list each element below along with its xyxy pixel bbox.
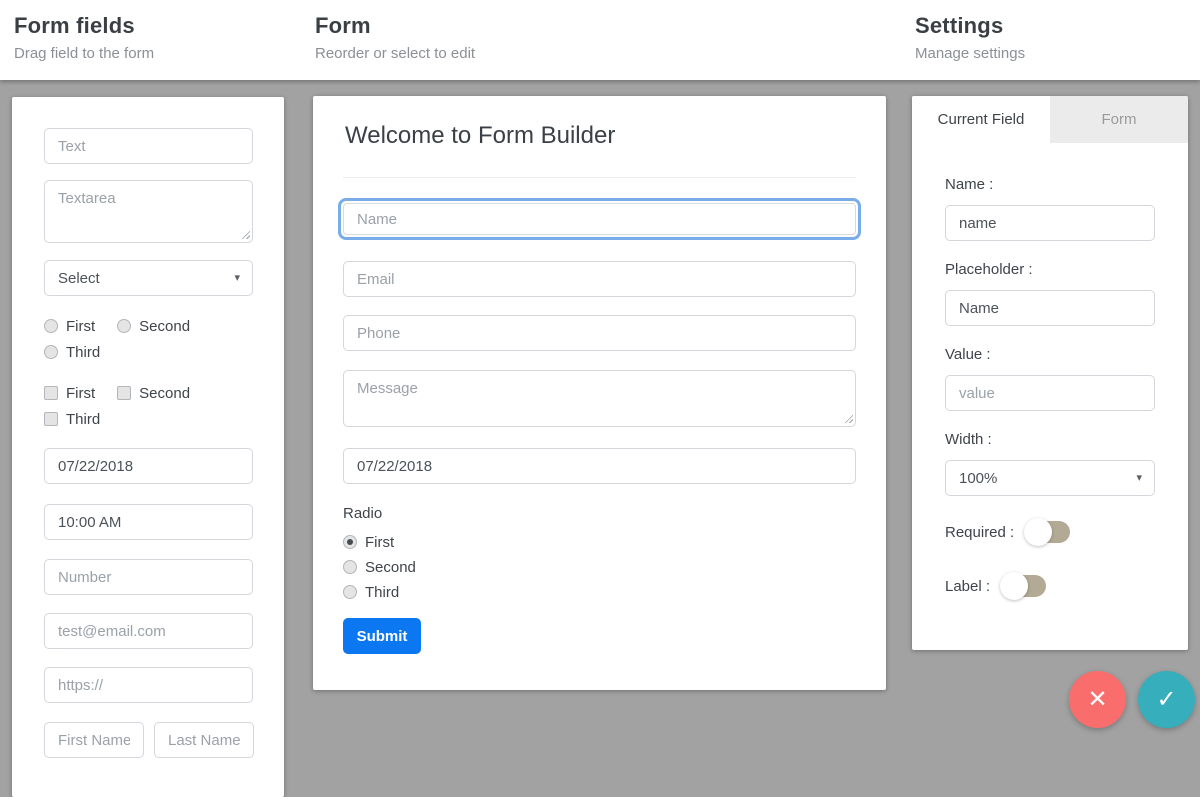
palette-url-field[interactable] <box>44 667 253 703</box>
form-canvas-panel: Welcome to Form Builder Radio First Seco… <box>313 96 886 690</box>
fields-palette-panel: Select ▾ First Second Third First <box>12 97 284 797</box>
header-settings-column: Settings Manage settings <box>915 13 1025 62</box>
palette-name-row <box>44 722 253 758</box>
checkbox-icon[interactable] <box>44 386 58 400</box>
radio-icon[interactable] <box>343 560 357 574</box>
setting-width-select[interactable]: 100% ▾ <box>945 460 1155 496</box>
form-divider <box>343 177 856 178</box>
palette-radio-option[interactable]: Second <box>117 318 190 335</box>
radio-option-label: Third <box>66 344 100 361</box>
radio-icon[interactable] <box>343 585 357 599</box>
setting-width-value: 100% <box>959 470 997 487</box>
radio-option-label: Second <box>139 318 190 335</box>
form-radio-option[interactable]: Second <box>343 559 416 576</box>
tab-current-field[interactable]: Current Field <box>912 96 1050 143</box>
palette-text-field[interactable] <box>44 128 253 164</box>
form-panel-title: Form <box>315 13 475 39</box>
radio-option-label: Third <box>365 584 399 601</box>
radio-icon[interactable] <box>117 319 131 333</box>
palette-checkbox-option[interactable]: First <box>44 385 95 402</box>
header-fields-column: Form fields Drag field to the form <box>14 13 154 62</box>
form-radio-group-label: Radio <box>343 505 856 522</box>
form-radio-option[interactable]: First <box>343 534 394 551</box>
palette-radio-option[interactable]: Third <box>44 344 100 361</box>
settings-panel-subtitle: Manage settings <box>915 45 1025 62</box>
checkbox-icon[interactable] <box>44 412 58 426</box>
settings-panel: Current Field Form Name : Placeholder : … <box>912 96 1188 650</box>
setting-placeholder-label: Placeholder : <box>945 261 1155 278</box>
palette-number-field[interactable] <box>44 559 253 595</box>
settings-body: Name : Placeholder : Value : Width : 100… <box>912 143 1188 600</box>
required-toggle[interactable] <box>1026 521 1070 543</box>
check-icon: ✓ <box>1156 685 1176 714</box>
header-form-column: Form Reorder or select to edit <box>315 13 475 62</box>
toggle-knob <box>1024 518 1052 546</box>
form-message-field[interactable] <box>343 370 856 427</box>
palette-radio-option[interactable]: First <box>44 318 95 335</box>
app-header: Form fields Drag field to the form Form … <box>0 0 1200 80</box>
radio-icon[interactable] <box>343 535 357 549</box>
dropdown-caret-icon: ▾ <box>234 271 240 284</box>
radio-option-label: First <box>66 318 95 335</box>
settings-tabs: Current Field Form <box>912 96 1188 143</box>
checkbox-icon[interactable] <box>117 386 131 400</box>
form-title: Welcome to Form Builder <box>345 120 856 152</box>
palette-checkbox-group: First Second Third <box>44 383 253 429</box>
palette-radio-group: First Second Third <box>44 316 253 362</box>
form-panel-subtitle: Reorder or select to edit <box>315 45 475 62</box>
radio-icon[interactable] <box>44 319 58 333</box>
settings-panel-title: Settings <box>915 13 1025 39</box>
setting-required-label: Required : <box>945 524 1014 541</box>
palette-last-name-field[interactable] <box>154 722 254 758</box>
setting-value-input[interactable] <box>945 375 1155 411</box>
setting-label-row: Label : <box>945 572 1155 600</box>
toggle-knob <box>1000 572 1028 600</box>
fields-panel-subtitle: Drag field to the form <box>14 45 154 62</box>
cancel-button[interactable]: ✕ <box>1069 671 1126 728</box>
close-icon: ✕ <box>1087 685 1107 714</box>
tab-form[interactable]: Form <box>1050 96 1188 143</box>
setting-label-label: Label : <box>945 578 990 595</box>
setting-name-label: Name : <box>945 176 1155 193</box>
palette-first-name-field[interactable] <box>44 722 144 758</box>
palette-checkbox-option[interactable]: Third <box>44 411 100 428</box>
setting-name-input[interactable] <box>945 205 1155 241</box>
label-toggle[interactable] <box>1002 575 1046 597</box>
confirm-button[interactable]: ✓ <box>1138 671 1195 728</box>
form-phone-field[interactable] <box>343 315 856 351</box>
setting-required-row: Required : <box>945 518 1155 546</box>
radio-option-label: Second <box>365 559 416 576</box>
palette-date-field[interactable] <box>44 448 253 484</box>
checkbox-option-label: Second <box>139 385 190 402</box>
setting-placeholder-input[interactable] <box>945 290 1155 326</box>
form-email-field[interactable] <box>343 261 856 297</box>
selected-field-frame[interactable] <box>338 198 861 240</box>
palette-time-field[interactable] <box>44 504 253 540</box>
radio-icon[interactable] <box>44 345 58 359</box>
dropdown-caret-icon: ▾ <box>1136 471 1142 484</box>
setting-width-label: Width : <box>945 431 1155 448</box>
form-date-field[interactable] <box>343 448 856 484</box>
fields-panel-title: Form fields <box>14 13 154 39</box>
submit-button[interactable]: Submit <box>343 618 421 654</box>
palette-select-field[interactable]: Select ▾ <box>44 260 253 296</box>
palette-checkbox-option[interactable]: Second <box>117 385 190 402</box>
form-name-field[interactable] <box>343 203 856 235</box>
checkbox-option-label: Third <box>66 411 100 428</box>
palette-select-label: Select <box>58 270 100 287</box>
radio-option-label: First <box>365 534 394 551</box>
checkbox-option-label: First <box>66 385 95 402</box>
palette-email-field[interactable] <box>44 613 253 649</box>
form-radio-option[interactable]: Third <box>343 584 399 601</box>
palette-textarea-field[interactable] <box>44 180 253 243</box>
setting-value-label: Value : <box>945 346 1155 363</box>
form-radio-group: First Second Third <box>343 532 856 602</box>
